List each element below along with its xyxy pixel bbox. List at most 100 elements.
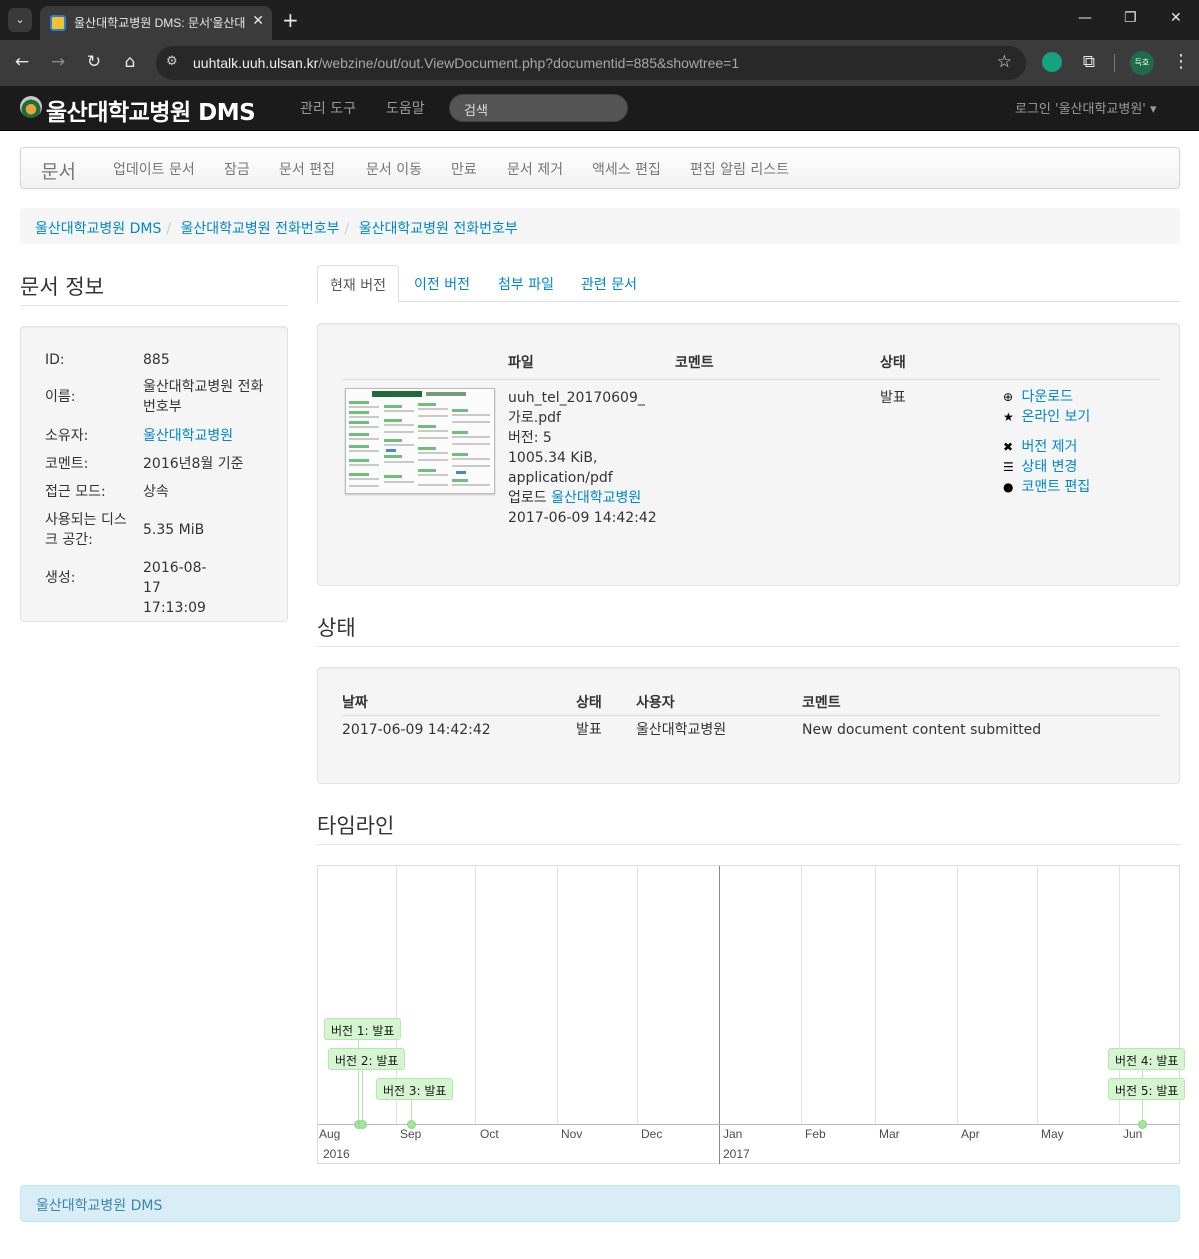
extensions-puzzle-icon[interactable]: ⧉ [1078,52,1100,72]
doc-info-title: 문서 정보 [20,275,104,299]
disk-space-label: 사용되는 디스크 공간: [45,512,127,548]
login-user-menu[interactable]: 로그인 '울산대학교병원' ▾ [1015,98,1157,117]
grammarly-extension-icon[interactable] [1042,52,1062,72]
created-value: 2016-08-17 17:13:09 [143,560,207,616]
action-move-document[interactable]: 문서 이동 [366,159,422,179]
action-edit-access[interactable]: 액세스 편집 [592,159,661,179]
owner-link[interactable]: 울산대학교병원 [143,428,233,444]
comment-value: 2016년8월 기준 [143,456,244,472]
divider [20,305,288,306]
brand-link[interactable]: 울산대학교병원 DMS [46,93,256,127]
back-icon[interactable]: ← [11,52,33,72]
search-input[interactable]: 검색 [449,94,628,122]
tab-current-version[interactable]: 현재 버전 [317,265,399,303]
action-lock[interactable]: 잠금 [224,159,250,179]
uploader-link[interactable]: 울산대학교병원 [551,490,641,506]
id-value: 885 [143,352,170,368]
status-row-date: 2017-06-09 14:42:42 [342,722,491,738]
minimize-icon[interactable]: — [1078,10,1092,26]
view-online-action[interactable]: ★ 온라인 보기 [1003,407,1090,427]
action-edit-document[interactable]: 문서 편집 [279,159,335,179]
close-window-icon[interactable]: ✕ [1170,10,1182,26]
timeline-gridline [637,866,638,1124]
timeline-version-5[interactable]: 버전 5: 발표 [1108,1078,1186,1100]
timeline-dot[interactable] [1138,1120,1147,1129]
action-expire[interactable]: 만료 [451,159,477,179]
url-text[interactable]: uuhtalk.uuh.ulsan.kr/webzine/out/out.Vie… [193,55,739,71]
tab-previous-versions[interactable]: 이전 버전 [402,265,482,302]
forward-icon[interactable]: → [47,52,69,72]
browser-toolbar: ← → ↻ ⌂ ⚙ uuhtalk.uuh.ulsan.kr/webzine/o… [0,40,1199,86]
access-mode-value: 상속 [143,484,169,500]
tab-related-documents[interactable]: 관련 문서 [569,265,649,302]
nav-admin-tools[interactable]: 관리 도구 [300,98,356,118]
timeline-dot[interactable] [358,1120,367,1129]
actionbar-title: 문서 [41,161,76,183]
change-status-action[interactable]: ☰ 상태 변경 [1003,457,1077,477]
tab-attachments[interactable]: 첨부 파일 [486,265,566,302]
breadcrumb-separator: / [166,221,172,237]
month-label: Feb [805,1127,826,1141]
restore-icon[interactable]: ❐ [1124,10,1137,26]
month-label: Sep [400,1127,422,1141]
browser-tab[interactable]: 울산대학교병원 DMS: 문서'울산대학교병원 전화번호부' ✕ [40,6,272,40]
disk-space-value: 5.35 MiB [143,522,205,538]
edit-comment-action[interactable]: ● 코맨트 편집 [1003,477,1090,497]
status-section-title: 상태 [317,616,356,640]
star-icon: ★ [1003,410,1014,424]
site-info-icon[interactable]: ⚙ [166,54,178,69]
browser-menu-icon[interactable]: ⋮ [1172,51,1190,72]
download-action[interactable]: ⊕ 다운로드 [1003,387,1073,407]
tab-title: 울산대학교병원 DMS: 문서'울산대학교병원 전화번호부' [74,16,246,30]
timeline-version-2[interactable]: 버전 2: 발표 [328,1048,406,1070]
profile-avatar[interactable]: 득호 [1130,51,1154,75]
timeline-chart[interactable]: Aug Sep Oct Nov Dec Jan Feb Mar Apr May … [317,865,1186,1164]
document-thumbnail[interactable] [345,388,495,494]
breadcrumb-folder[interactable]: 울산대학교병원 전화번호부 [181,221,340,237]
footer: 울산대학교병원 DMS [20,1185,1180,1222]
document-action-bar: 문서 업데이트 문서 잠금 문서 편집 문서 이동 만료 문서 제거 액세스 편… [20,147,1180,189]
comment-label: 코멘트: [45,456,89,472]
toolbar-divider [1114,54,1115,72]
id-label: ID: [45,352,65,368]
hospital-logo-icon [20,96,42,118]
timeline-dot[interactable] [407,1120,416,1129]
bookmark-star-icon[interactable]: ☆ [997,52,1012,72]
status-header: 상태 [880,355,906,371]
action-notify-list[interactable]: 편집 알림 리스트 [690,159,789,179]
month-label: Aug [319,1127,341,1141]
status-row-status: 발표 [576,722,602,738]
timeline-year-gridline [719,866,720,1164]
divider [342,379,1160,380]
timeline-version-4[interactable]: 버전 4: 발표 [1108,1048,1186,1070]
file-size-type: 1005.34 KiB, application/pdf [508,450,613,486]
breadcrumb-document[interactable]: 울산대학교병원 전화번호부 [359,221,518,237]
year-label: 2016 [323,1147,350,1161]
month-label: Apr [961,1127,980,1141]
tab-search-button[interactable]: ⌄ [8,8,32,32]
remove-version-action[interactable]: ✖ 버전 제거 [1003,437,1077,457]
comment-header: 코멘트 [675,355,714,371]
divider [317,844,1180,845]
address-bar[interactable]: ⚙ uuhtalk.uuh.ulsan.kr/webzine/out/out.V… [156,46,1026,80]
timeline-version-3[interactable]: 버전 3: 발표 [376,1078,454,1100]
timeline-version-1[interactable]: 버전 1: 발표 [324,1018,402,1040]
reload-icon[interactable]: ↻ [83,52,105,72]
month-label: Oct [480,1127,499,1141]
remove-icon: ✖ [1003,440,1014,454]
action-remove-document[interactable]: 문서 제거 [507,159,563,179]
browser-tab-bar: ⌄ 울산대학교병원 DMS: 문서'울산대학교병원 전화번호부' ✕ + — ❐… [0,0,1199,40]
divider [317,646,1180,647]
action-update-document[interactable]: 업데이트 문서 [113,159,195,179]
owner-label: 소유자: [45,428,89,444]
home-icon[interactable]: ⌂ [119,52,141,72]
month-label: Dec [641,1127,663,1141]
close-tab-icon[interactable]: ✕ [252,13,264,29]
month-label: Mar [879,1127,900,1141]
status-user-header: 사용자 [636,695,675,711]
status-row-user: 울산대학교병원 [636,722,727,738]
new-tab-button[interactable]: + [282,8,299,32]
nav-help[interactable]: 도움말 [386,98,425,118]
breadcrumb-root[interactable]: 울산대학교병원 DMS [35,221,161,237]
month-label: Jun [1123,1127,1143,1141]
